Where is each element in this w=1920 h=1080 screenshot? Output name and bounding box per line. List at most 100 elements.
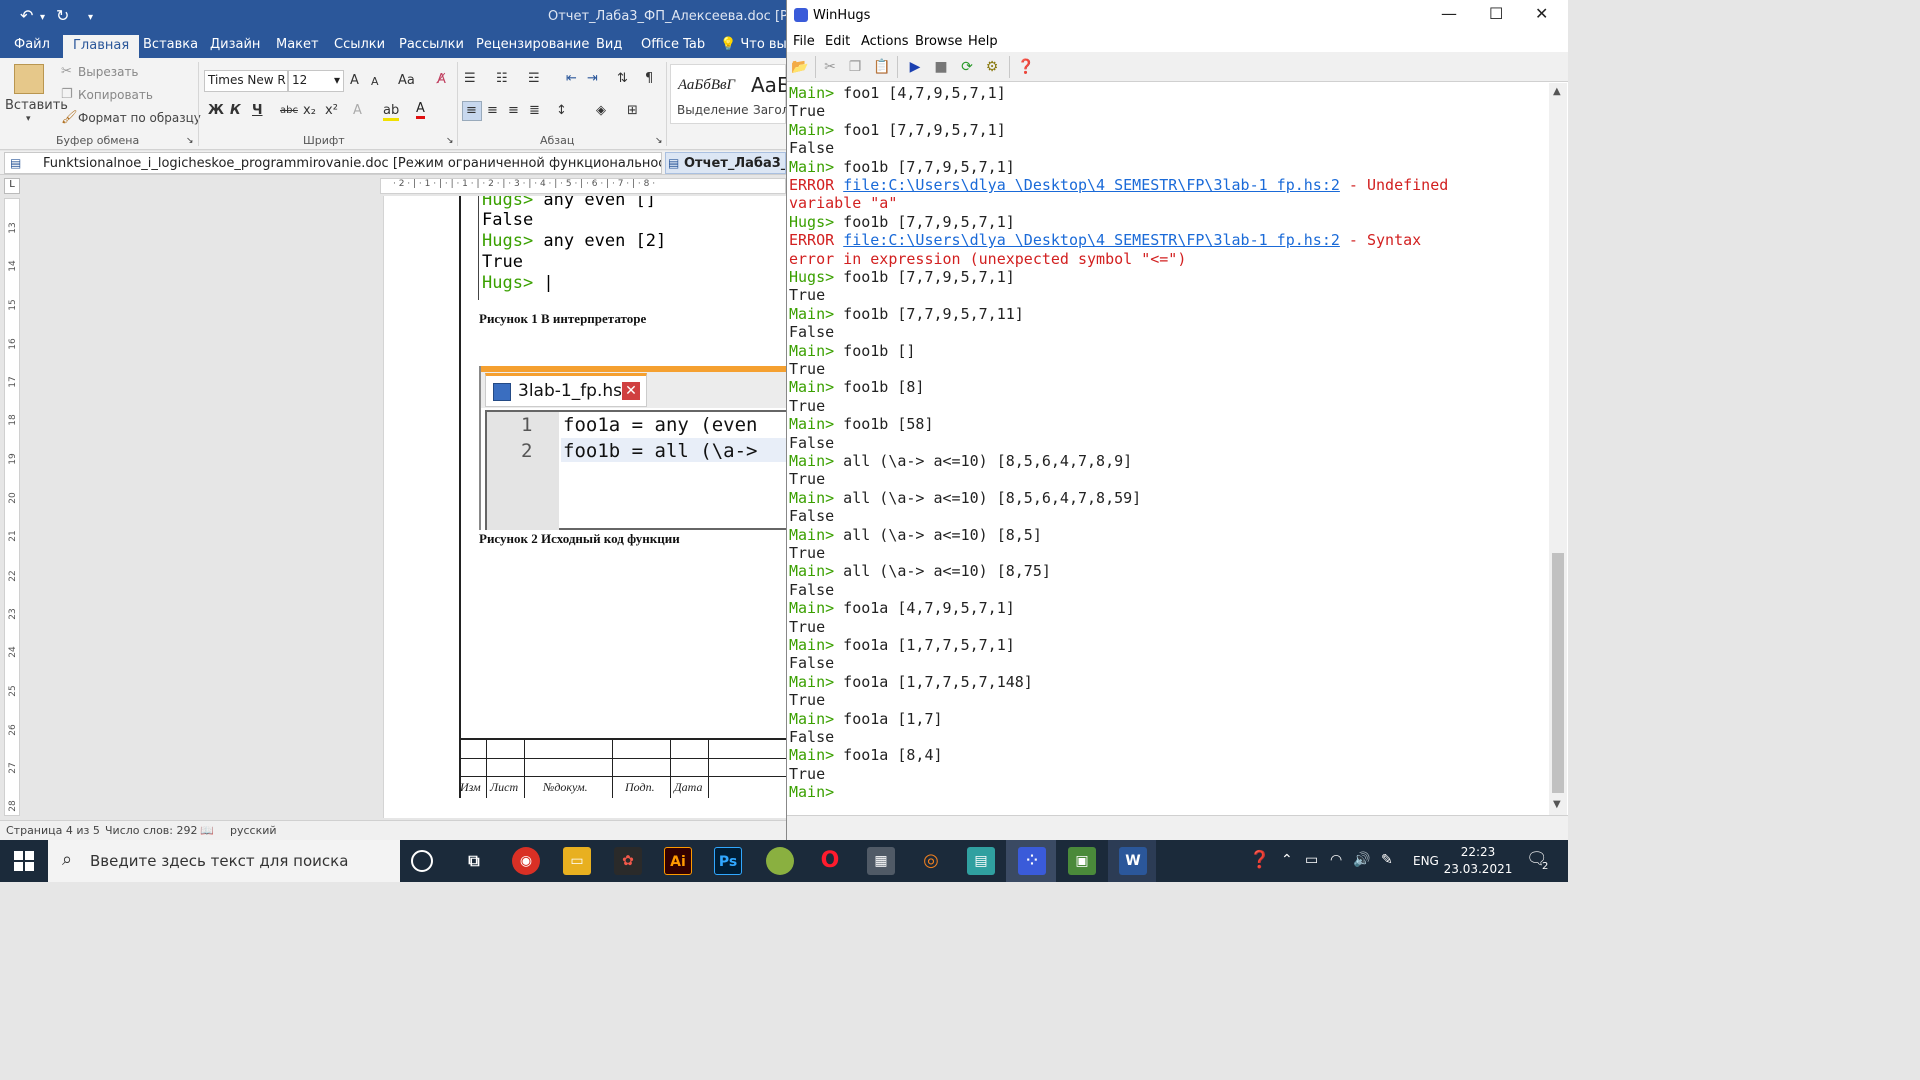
underline-button[interactable]: Ч [252, 103, 263, 118]
styles-gallery[interactable]: АаБбВвГ Выделение АаБ Загол [670, 64, 786, 124]
justify-icon[interactable]: ≣ [529, 103, 540, 118]
console-vertical-scrollbar[interactable]: ▲ ▼ [1549, 83, 1567, 815]
format-painter-button[interactable]: Формат по образцу [78, 111, 201, 125]
image-viewer-icon[interactable]: ▣ [1068, 847, 1096, 875]
help-tray-icon[interactable]: ❓ [1249, 850, 1270, 870]
clipboard-launcher-icon[interactable]: ↘ [186, 136, 194, 146]
menu-help[interactable]: Help [968, 34, 998, 49]
proofing-icon[interactable]: 📖 [200, 824, 214, 837]
document-tab-2[interactable]: Отчет_Лаба3_Ф [665, 152, 786, 174]
text-effects-icon[interactable]: A [353, 103, 362, 118]
volume-icon[interactable]: 🔊 [1353, 852, 1370, 868]
horizontal-ruler[interactable]: · 2 · | · 1 · | · | · 1 · | · 2 · | · 3 … [380, 178, 786, 194]
winhugs-console-output[interactable]: Main> foo1 [4,7,9,5,7,1] True Main> foo1 [… [787, 83, 1549, 815]
cut-icon[interactable]: ✂ [61, 64, 72, 79]
word-taskbar-icon[interactable]: W [1119, 847, 1147, 875]
undo-icon[interactable]: ↶ [20, 6, 33, 25]
reload-icon[interactable]: ⟳ [956, 56, 978, 78]
copy-icon[interactable]: ❐ [61, 87, 73, 102]
increase-indent-icon[interactable]: ⇥ [587, 71, 598, 86]
shrink-font-button[interactable]: A [371, 75, 379, 88]
redo-icon[interactable]: ↻ [56, 6, 69, 25]
italic-button[interactable]: К [230, 103, 241, 118]
customize-qat-icon[interactable]: ▾ [88, 12, 93, 23]
wifi-icon[interactable]: ◠ [1330, 852, 1342, 868]
word-count[interactable]: Число слов: 292 [105, 824, 198, 837]
menu-browse[interactable]: Browse [915, 34, 962, 49]
change-case-button[interactable]: Aa [398, 73, 415, 88]
tab-home[interactable]: Главная [63, 35, 140, 59]
font-color-icon[interactable]: A [416, 101, 425, 119]
subscript-button[interactable]: x₂ [303, 103, 316, 118]
bold-button[interactable]: Ж [208, 103, 224, 118]
page-count[interactable]: Страница 4 из 5 [6, 824, 100, 837]
tab-office-tab[interactable]: Office Tab [641, 37, 705, 52]
photoshop-icon[interactable]: Ps [714, 847, 742, 875]
scrollbar-thumb[interactable] [1552, 553, 1564, 793]
calculator-icon[interactable]: ▦ [867, 847, 895, 875]
battery-icon[interactable]: ▭ [1305, 852, 1318, 868]
maximize-icon[interactable]: ☐ [1489, 4, 1503, 23]
grow-font-button[interactable]: A [350, 73, 359, 88]
scroll-up-icon[interactable]: ▲ [1553, 86, 1561, 97]
cortana-icon[interactable] [411, 850, 433, 872]
cut-button[interactable]: Вырезать [78, 65, 139, 79]
shading-icon[interactable]: ◈ [596, 103, 606, 118]
tab-selector[interactable]: L [4, 178, 20, 194]
tab-file[interactable]: Файл [14, 37, 50, 52]
system-clock[interactable]: 22:23 23.03.2021 [1438, 844, 1518, 878]
tab-insert[interactable]: Вставка [143, 37, 198, 52]
help-icon[interactable]: ❓ [1015, 56, 1037, 78]
menu-actions[interactable]: Actions [861, 34, 909, 49]
menu-edit[interactable]: Edit [825, 34, 850, 49]
borders-icon[interactable]: ⊞ [627, 103, 638, 118]
document-tab-1[interactable]: Funktsionalnoe_i_logicheskoe_programmiro… [4, 152, 662, 174]
sort-icon[interactable]: ⇅ [617, 71, 628, 86]
paragraph-launcher-icon[interactable]: ↘ [655, 136, 663, 146]
file-explorer-icon[interactable]: ▭ [563, 847, 591, 875]
error-file-link[interactable]: file:C:\Users\dlya \Desktop\4 SEMESTR\FP… [843, 176, 1340, 194]
figma-icon[interactable]: ✿ [614, 847, 642, 875]
multilevel-list-icon[interactable]: ☲ [528, 71, 540, 86]
windows-start-icon[interactable] [14, 851, 34, 871]
language-indicator[interactable]: русский [230, 824, 277, 837]
options-gear-icon[interactable]: ⚙ [981, 56, 1003, 78]
illustrator-icon[interactable]: Ai [664, 847, 692, 875]
line-spacing-icon[interactable]: ↕ [556, 103, 567, 118]
align-right-icon[interactable]: ≡ [508, 103, 519, 118]
input-language[interactable]: ENG [1413, 854, 1439, 868]
numbering-icon[interactable]: ☷ [496, 71, 508, 86]
decrease-indent-icon[interactable]: ⇤ [566, 71, 577, 86]
paste-icon[interactable] [14, 64, 44, 94]
pilcrow-icon[interactable]: ¶ [645, 71, 653, 86]
tennis-ball-app-icon[interactable] [766, 847, 794, 875]
scroll-down-icon[interactable]: ▼ [1553, 799, 1561, 810]
taskbar-search-box[interactable]: ⌕ Введите здесь текст для поиска [48, 840, 400, 882]
run-icon[interactable]: ▶ [904, 56, 926, 78]
tell-me-search[interactable]: 💡 Что вы х [720, 37, 786, 52]
vertical-ruler[interactable]: 13 14 15 16 17 18 19 20 21 22 23 24 25 2… [4, 198, 20, 816]
pen-icon[interactable]: ✎ [1381, 852, 1393, 868]
bullets-icon[interactable]: ☰ [464, 71, 476, 86]
superscript-button[interactable]: x² [325, 103, 338, 118]
tab-view[interactable]: Вид [596, 37, 622, 52]
clear-format-icon[interactable]: A̸ [437, 72, 446, 87]
font-size-field[interactable]: 12 ▾ [288, 70, 344, 92]
cut-icon[interactable]: ✂ [819, 56, 841, 78]
opera-icon[interactable]: O [816, 847, 844, 875]
align-center-icon[interactable]: ≡ [487, 103, 498, 118]
chrome-icon[interactable]: ◉ [512, 847, 540, 875]
app-thumbnail-icon[interactable]: ▤ [967, 847, 995, 875]
tab-design[interactable]: Дизайн [210, 37, 260, 52]
stop-icon[interactable]: ■ [930, 56, 952, 78]
tab-layout[interactable]: Макет [276, 37, 319, 52]
show-hidden-icons-icon[interactable]: ⌃ [1281, 852, 1293, 868]
undo-dropdown-icon[interactable]: ▾ [40, 12, 45, 23]
copy-button[interactable]: Копировать [78, 88, 153, 102]
paste-icon[interactable]: 📋 [871, 56, 893, 78]
paste-button[interactable]: Вставить [5, 98, 68, 113]
font-name-field[interactable]: Times New R ▾ [204, 70, 288, 92]
copy-icon[interactable]: ❐ [844, 56, 866, 78]
highlight-icon[interactable]: ab [383, 103, 400, 121]
close-window-icon[interactable]: ✕ [1535, 4, 1548, 23]
